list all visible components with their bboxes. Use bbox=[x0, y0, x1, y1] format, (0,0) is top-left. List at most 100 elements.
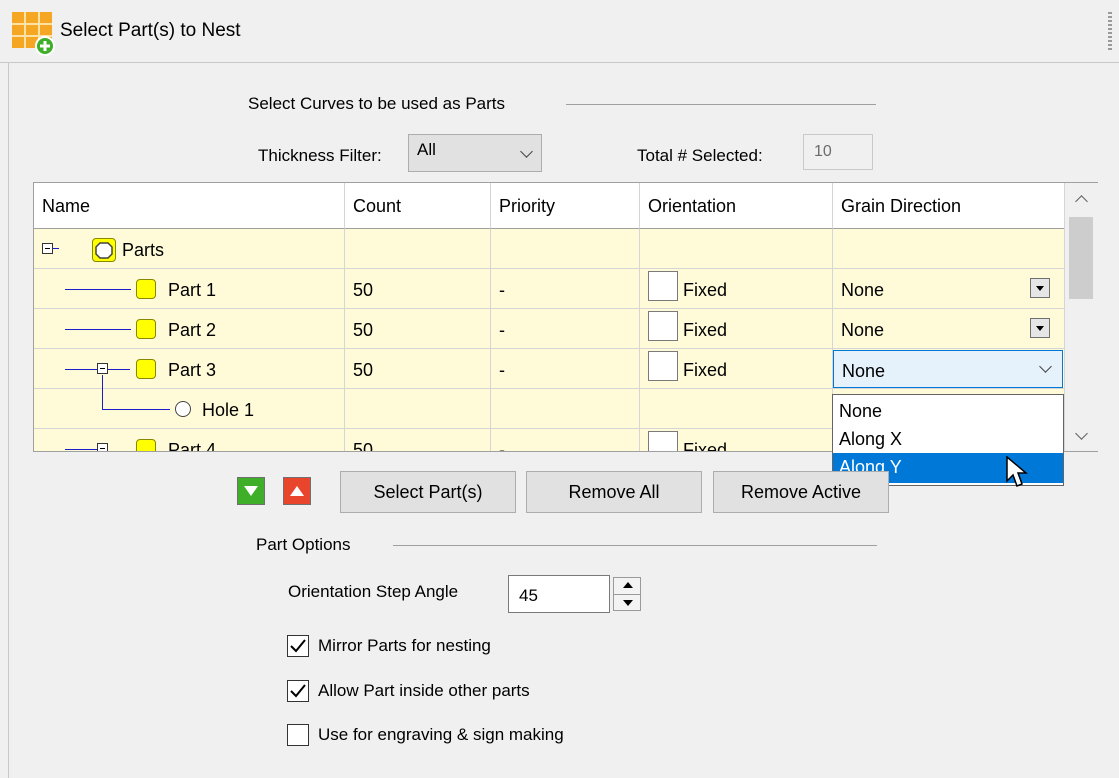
orientation-fixed-checkbox[interactable] bbox=[648, 431, 678, 451]
row-name: Part 3 bbox=[168, 360, 217, 380]
orientation-fixed-checkbox[interactable] bbox=[648, 351, 678, 381]
grain-cell bbox=[833, 229, 1066, 269]
remove-all-button[interactable]: Remove All bbox=[526, 471, 702, 513]
part-icon bbox=[136, 439, 156, 451]
tree-line bbox=[102, 389, 103, 409]
group-divider bbox=[566, 104, 876, 105]
orientation-step-angle-label: Orientation Step Angle bbox=[288, 582, 459, 601]
select-curves-group-label: Select Curves to be used as Parts bbox=[248, 94, 506, 113]
row-name: Part 2 bbox=[168, 320, 217, 340]
engraving-checkbox[interactable] bbox=[287, 724, 309, 746]
panel-header: Select Part(s) to Nest bbox=[0, 0, 1119, 63]
allow-part-inside-label[interactable]: Allow Part inside other parts bbox=[318, 681, 530, 701]
tree-line bbox=[65, 289, 131, 290]
row-name: Parts bbox=[122, 240, 165, 260]
grain-cell[interactable]: None bbox=[833, 309, 1066, 349]
table-row[interactable]: Part 1 50 - Fixed None bbox=[34, 269, 1066, 309]
count-cell[interactable]: 50 bbox=[345, 309, 491, 349]
name-cell: Parts bbox=[34, 229, 345, 269]
priority-cell[interactable]: - bbox=[491, 349, 640, 389]
tree-line bbox=[65, 449, 97, 450]
orientation-cell: Fixed bbox=[640, 429, 833, 451]
spin-down-icon[interactable] bbox=[623, 600, 633, 606]
count-cell[interactable]: 50 bbox=[345, 269, 491, 309]
thickness-filter-value: All bbox=[417, 140, 436, 159]
priority-cell[interactable]: - bbox=[491, 309, 640, 349]
grid-scrollbar[interactable] bbox=[1064, 183, 1098, 451]
priority-cell[interactable]: - bbox=[491, 429, 640, 451]
move-down-button[interactable] bbox=[237, 477, 265, 505]
name-cell: Hole 1 bbox=[34, 389, 345, 429]
part-icon bbox=[136, 359, 156, 379]
mouse-cursor-icon bbox=[1006, 456, 1029, 487]
dropdown-option-along-x[interactable]: Along X bbox=[833, 425, 1063, 453]
count-cell[interactable]: 50 bbox=[345, 349, 491, 389]
count-cell[interactable]: 50 bbox=[345, 429, 491, 451]
select-parts-button[interactable]: Select Part(s) bbox=[340, 471, 516, 513]
orientation-fixed-checkbox[interactable] bbox=[648, 271, 678, 301]
panel-grip-handle[interactable] bbox=[1108, 12, 1112, 50]
collapse-icon[interactable] bbox=[42, 243, 53, 254]
column-header-orientation[interactable]: Orientation bbox=[640, 183, 833, 229]
dropdown-arrow-icon[interactable] bbox=[1030, 278, 1050, 298]
orientation-step-angle-input[interactable]: 45 bbox=[508, 575, 610, 613]
table-row[interactable]: Part 3 50 - Fixed None bbox=[34, 349, 1066, 389]
priority-cell bbox=[491, 389, 640, 429]
tree-line bbox=[65, 369, 97, 370]
tree-line bbox=[65, 329, 131, 330]
grain-value: None bbox=[842, 361, 886, 381]
part-options-group-label: Part Options bbox=[256, 535, 351, 554]
tree-line bbox=[102, 375, 103, 389]
thickness-filter-combo[interactable]: All bbox=[408, 134, 542, 172]
grain-direction-combo[interactable]: None bbox=[833, 350, 1063, 388]
orientation-fixed-label: Fixed bbox=[683, 320, 728, 340]
part-icon bbox=[136, 279, 156, 299]
column-header-count[interactable]: Count bbox=[345, 183, 491, 229]
table-row[interactable]: Parts bbox=[34, 229, 1066, 269]
scroll-up-icon[interactable] bbox=[1075, 195, 1088, 208]
dropdown-arrow-icon[interactable] bbox=[1030, 318, 1050, 338]
step-angle-spinner[interactable] bbox=[613, 577, 641, 611]
move-up-icon bbox=[290, 486, 304, 496]
checkmark-icon bbox=[290, 684, 306, 698]
count-cell bbox=[345, 229, 491, 269]
mirror-parts-label[interactable]: Mirror Parts for nesting bbox=[318, 636, 491, 656]
grain-cell[interactable]: None bbox=[833, 269, 1066, 309]
move-up-button[interactable] bbox=[283, 477, 311, 505]
collapse-icon[interactable] bbox=[97, 443, 108, 451]
grain-value: None bbox=[841, 280, 885, 300]
orientation-fixed-checkbox[interactable] bbox=[648, 311, 678, 341]
tree-line bbox=[53, 248, 59, 249]
grain-cell: None bbox=[833, 349, 1066, 389]
column-header-name[interactable]: Name bbox=[34, 183, 345, 229]
name-cell: Part 3 bbox=[34, 349, 345, 389]
row-name: Part 1 bbox=[168, 280, 217, 300]
remove-active-button[interactable]: Remove Active bbox=[713, 471, 889, 513]
name-cell: Part 1 bbox=[34, 269, 345, 309]
column-header-grain-direction[interactable]: Grain Direction bbox=[833, 183, 1065, 229]
orientation-fixed-label: Fixed bbox=[683, 360, 728, 380]
collapse-icon[interactable] bbox=[97, 363, 108, 374]
total-selected-field: 10 bbox=[803, 134, 873, 170]
grain-value: None bbox=[841, 320, 885, 340]
hole-icon bbox=[175, 401, 191, 417]
name-cell: Part 2 bbox=[34, 309, 345, 349]
total-selected-value: 10 bbox=[814, 143, 832, 160]
panel-title: Select Part(s) to Nest bbox=[60, 20, 241, 41]
column-header-priority[interactable]: Priority bbox=[491, 183, 640, 229]
row-name: Part 4 bbox=[168, 440, 217, 452]
allow-part-inside-checkbox[interactable] bbox=[287, 680, 309, 702]
scroll-down-icon[interactable] bbox=[1075, 427, 1088, 440]
spin-up-icon[interactable] bbox=[623, 582, 633, 588]
dropdown-option-none[interactable]: None bbox=[833, 397, 1063, 425]
priority-cell bbox=[491, 229, 640, 269]
group-divider bbox=[393, 545, 877, 546]
orientation-cell bbox=[640, 389, 833, 429]
priority-cell[interactable]: - bbox=[491, 269, 640, 309]
panel-left-border bbox=[8, 62, 9, 778]
scrollbar-thumb[interactable] bbox=[1069, 217, 1093, 299]
table-row[interactable]: Part 2 50 - Fixed None bbox=[34, 309, 1066, 349]
engraving-label[interactable]: Use for engraving & sign making bbox=[318, 725, 564, 745]
count-cell bbox=[345, 389, 491, 429]
mirror-parts-checkbox[interactable] bbox=[287, 635, 309, 657]
